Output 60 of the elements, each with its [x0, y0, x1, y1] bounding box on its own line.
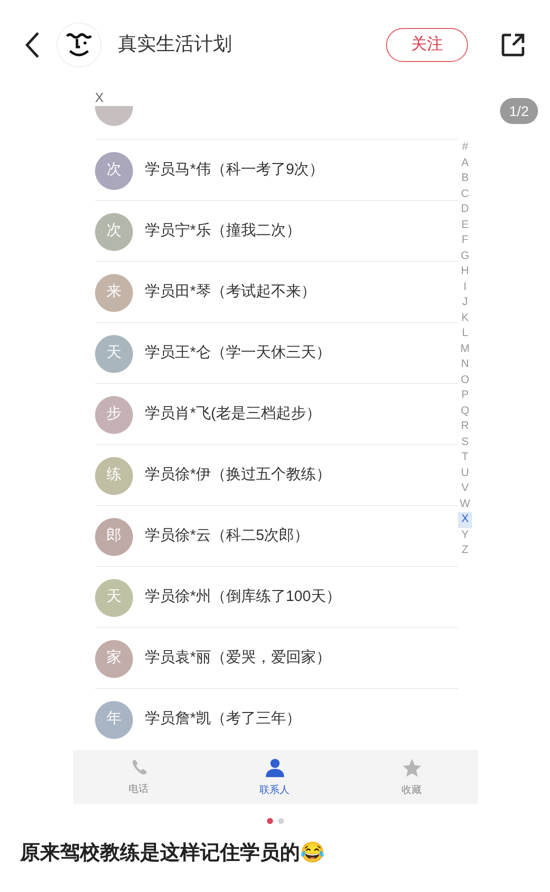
index-letter[interactable]: Y [458, 528, 472, 543]
index-letter[interactable]: T [458, 450, 472, 466]
index-letter[interactable]: D [458, 202, 472, 218]
index-letter[interactable]: V [458, 481, 472, 496]
index-letter[interactable]: G [458, 248, 472, 264]
share-icon[interactable] [500, 32, 526, 58]
caption: 原来驾校教练是这样记住学员的😂 [20, 840, 326, 866]
index-letter[interactable]: B [458, 171, 472, 186]
index-letter[interactable]: F [458, 233, 472, 248]
contact-name[interactable]: 学员徐*州（倒库练了100天） [145, 586, 341, 609]
index-letter[interactable]: Z [458, 543, 472, 558]
index-letter[interactable]: E [458, 218, 472, 233]
avatar-face-icon[interactable] [56, 22, 102, 68]
index-letter[interactable]: O [458, 372, 472, 388]
back-icon[interactable] [24, 31, 40, 59]
contact-name[interactable]: 学员詹*凯（考了三年） [145, 708, 301, 731]
avatar: 步 [95, 396, 133, 434]
avatar: 次 [95, 212, 133, 250]
tab[interactable]: 电话 [128, 758, 148, 796]
index-letter[interactable]: C [458, 186, 472, 202]
index-letter[interactable]: W [458, 496, 472, 512]
avatar: 郎 [95, 518, 133, 556]
index-letter[interactable]: M [458, 342, 472, 357]
contact-name[interactable]: 学员徐*云（科二5次郎） [145, 525, 310, 548]
author-name[interactable]: 真实生活计划 [118, 30, 232, 60]
avatar: 次 [95, 152, 133, 190]
avatar: 天 [95, 578, 133, 616]
index-letter[interactable]: U [458, 466, 472, 481]
index-letter[interactable]: H [458, 264, 472, 280]
tab[interactable]: 联系人 [260, 756, 290, 798]
contact-name[interactable]: 学员王*仑（学一天休三天） [145, 342, 331, 365]
contact-name[interactable]: 学员徐*伊（换过五个教练） [145, 464, 331, 487]
star-icon [400, 756, 422, 778]
index-letter[interactable]: L [458, 326, 472, 342]
follow-button[interactable]: 关注 [386, 28, 468, 62]
index-letter[interactable]: S [458, 434, 472, 450]
person-icon [264, 756, 286, 778]
section-letter: X [95, 90, 105, 106]
contact-name[interactable]: 学员田*琴（考试起不来） [145, 281, 316, 304]
index-letter[interactable]: N [458, 357, 472, 372]
avatar: 练 [95, 456, 133, 494]
contact-name[interactable]: 学员肖*飞(老是三档起步） [145, 403, 321, 426]
index-letter[interactable]: I [458, 280, 472, 295]
contact-name[interactable]: 学员宁*乐（撞我二次） [145, 220, 301, 243]
index-letter[interactable]: K [458, 310, 472, 326]
index-letter[interactable]: R [458, 419, 472, 434]
tab[interactable]: 收藏 [400, 756, 422, 798]
avatar: 年 [95, 700, 133, 738]
avatar: 天 [95, 334, 133, 372]
index-letter[interactable]: # [458, 140, 472, 156]
index-letter[interactable]: A [458, 156, 472, 171]
index-letter[interactable]: J [458, 295, 472, 310]
index-letter[interactable]: X [458, 512, 472, 528]
contact-name[interactable]: 学员袁*丽（爱哭，爱回家） [145, 647, 331, 670]
index-letter[interactable]: P [458, 388, 472, 404]
avatar: 家 [95, 640, 133, 678]
contact-name[interactable]: 学员马*伟（科一考了9次） [145, 159, 324, 182]
page-counter: 1/2 [500, 98, 538, 124]
avatar: 来 [95, 274, 133, 312]
index-letter[interactable]: Q [458, 404, 472, 419]
